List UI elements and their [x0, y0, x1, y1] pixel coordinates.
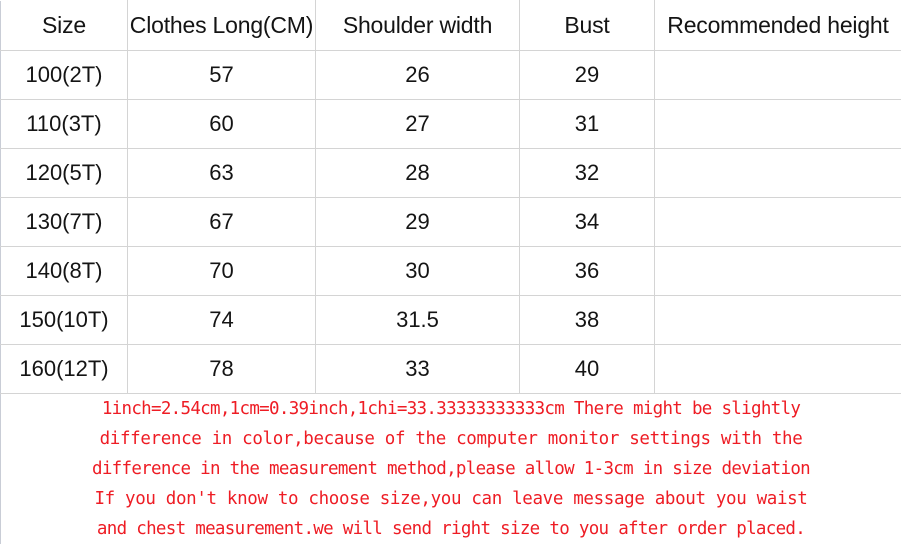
- cell-recommended-height: [655, 51, 901, 100]
- cell-bust: 40: [520, 345, 655, 394]
- table-row: 110(3T) 60 27 31: [1, 100, 901, 149]
- cell-shoulder-width: 28: [316, 149, 520, 198]
- table-row: 130(7T) 67 29 34: [1, 198, 901, 247]
- cell-clothes-long: 57: [128, 51, 316, 100]
- column-header-shoulder-width: Shoulder width: [316, 1, 520, 51]
- cell-shoulder-width: 30: [316, 247, 520, 296]
- cell-clothes-long: 67: [128, 198, 316, 247]
- cell-clothes-long: 78: [128, 345, 316, 394]
- column-header-bust: Bust: [520, 1, 655, 51]
- cell-bust: 32: [520, 149, 655, 198]
- cell-shoulder-width: 29: [316, 198, 520, 247]
- table-row: 140(8T) 70 30 36: [1, 247, 901, 296]
- note-line-choose-size: If you don't know to choose size,you can…: [1, 484, 901, 514]
- column-header-clothes-long: Clothes Long(CM): [128, 1, 316, 51]
- cell-clothes-long: 63: [128, 149, 316, 198]
- table-header: Size Clothes Long(CM) Shoulder width Bus…: [1, 1, 901, 51]
- table-row: 160(12T) 78 33 40: [1, 345, 901, 394]
- cell-recommended-height: [655, 345, 901, 394]
- table-row: 100(2T) 57 26 29: [1, 51, 901, 100]
- cell-shoulder-width: 26: [316, 51, 520, 100]
- cell-size: 150(10T): [1, 296, 128, 345]
- note-line-deviation: difference in the measurement method,ple…: [1, 454, 901, 484]
- cell-clothes-long: 70: [128, 247, 316, 296]
- cell-size: 140(8T): [1, 247, 128, 296]
- size-notes: 1inch=2.54cm,1cm=0.39inch,1chi=33.333333…: [0, 394, 901, 544]
- cell-bust: 29: [520, 51, 655, 100]
- cell-shoulder-width: 31.5: [316, 296, 520, 345]
- cell-size: 130(7T): [1, 198, 128, 247]
- table-body: 100(2T) 57 26 29 110(3T) 60 27 31 120(5T…: [1, 51, 901, 394]
- cell-recommended-height: [655, 149, 901, 198]
- cell-clothes-long: 74: [128, 296, 316, 345]
- cell-bust: 38: [520, 296, 655, 345]
- cell-recommended-height: [655, 247, 901, 296]
- cell-bust: 34: [520, 198, 655, 247]
- cell-recommended-height: [655, 100, 901, 149]
- cell-size: 120(5T): [1, 149, 128, 198]
- column-header-recommended-height: Recommended height: [655, 1, 901, 51]
- cell-shoulder-width: 27: [316, 100, 520, 149]
- note-line-measurement: and chest measurement.we will send right…: [1, 514, 901, 544]
- note-line-color: difference in color,because of the compu…: [1, 424, 901, 454]
- note-line-conversion: 1inch=2.54cm,1cm=0.39inch,1chi=33.333333…: [1, 394, 901, 424]
- cell-bust: 31: [520, 100, 655, 149]
- column-header-size: Size: [1, 1, 128, 51]
- table-header-row: Size Clothes Long(CM) Shoulder width Bus…: [1, 1, 901, 51]
- table-row: 120(5T) 63 28 32: [1, 149, 901, 198]
- size-chart-sheet: Size Clothes Long(CM) Shoulder width Bus…: [0, 0, 901, 534]
- cell-recommended-height: [655, 296, 901, 345]
- cell-shoulder-width: 33: [316, 345, 520, 394]
- cell-clothes-long: 60: [128, 100, 316, 149]
- cell-size: 100(2T): [1, 51, 128, 100]
- cell-size: 160(12T): [1, 345, 128, 394]
- table-row: 150(10T) 74 31.5 38: [1, 296, 901, 345]
- cell-recommended-height: [655, 198, 901, 247]
- cell-bust: 36: [520, 247, 655, 296]
- cell-size: 110(3T): [1, 100, 128, 149]
- size-chart-table: Size Clothes Long(CM) Shoulder width Bus…: [0, 0, 901, 394]
